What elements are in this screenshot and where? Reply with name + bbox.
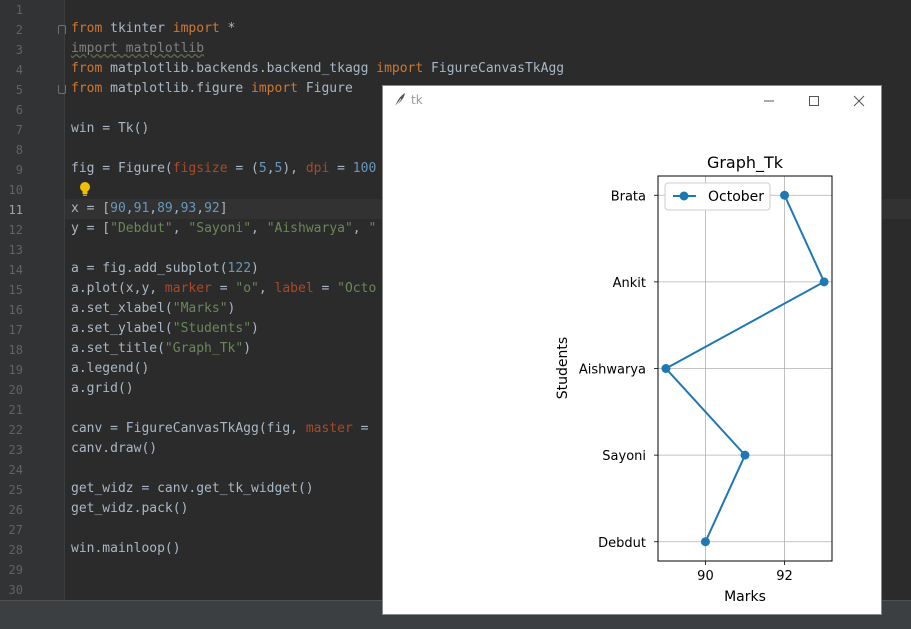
tk-feather-icon bbox=[394, 93, 405, 108]
line-number: 3 bbox=[15, 43, 23, 57]
line-number: 29 bbox=[8, 563, 23, 577]
legend-marker bbox=[679, 191, 689, 201]
code-line: a = fig.add_subplot(122) bbox=[71, 261, 259, 276]
chart-title: Graph_Tk bbox=[707, 153, 784, 173]
window-title: tk bbox=[411, 93, 423, 107]
x-axis-label: Marks bbox=[724, 589, 766, 605]
window-titlebar[interactable]: tk bbox=[383, 86, 881, 116]
code-line: get_widz = canv.get_tk_widget() bbox=[71, 481, 314, 496]
data-point bbox=[780, 190, 790, 200]
legend-label: October bbox=[708, 189, 764, 205]
data-point bbox=[661, 364, 671, 373]
chart-legend: October bbox=[664, 182, 771, 211]
code-line: a.set_xlabel("Marks") bbox=[71, 301, 236, 316]
y-tick-label: Aishwarya bbox=[579, 363, 646, 378]
y-tick-label: Brata bbox=[611, 189, 646, 204]
fold-marker-icon[interactable] bbox=[58, 85, 66, 94]
line-number: 23 bbox=[8, 443, 23, 457]
line-number: 17 bbox=[8, 323, 23, 337]
line-number: 6 bbox=[15, 103, 23, 117]
line-number: 8 bbox=[15, 143, 23, 157]
y-tick-label: Sayoni bbox=[602, 449, 646, 464]
code-line: from matplotlib.backends.backend_tkagg i… bbox=[71, 61, 565, 76]
minimize-button[interactable] bbox=[746, 86, 792, 116]
line-number: 13 bbox=[8, 243, 23, 257]
line-number: 26 bbox=[8, 503, 23, 517]
tk-window[interactable]: tk 90 92 Debdut Sayoni Aishwarya Ankit Brata G… bbox=[382, 85, 882, 615]
line-number: 27 bbox=[8, 523, 23, 537]
x-tick-label: 90 bbox=[697, 569, 714, 584]
maximize-button[interactable] bbox=[791, 86, 837, 116]
y-tick-label: Debdut bbox=[598, 536, 646, 551]
line-number: 10 bbox=[8, 183, 23, 197]
editor-gutter: 1 2 3 4 5 6 7 8 9 10 11 12 13 14 15 16 17 18 19 20 21 22 23 24 2… bbox=[0, 0, 65, 600]
line-number: 12 bbox=[8, 223, 23, 237]
chart-ticks: 90 92 Debdut Sayoni Aishwarya Ankit Brata bbox=[579, 189, 793, 584]
line-number: 14 bbox=[8, 263, 23, 277]
line-number: 2 bbox=[15, 23, 23, 37]
lightbulb-icon[interactable] bbox=[79, 181, 91, 197]
line-number: 19 bbox=[8, 363, 23, 377]
line-number: 7 bbox=[15, 123, 23, 137]
code-line: from matplotlib.figure import Figure bbox=[71, 81, 353, 96]
line-number: 22 bbox=[8, 423, 23, 437]
code-line: canv.draw() bbox=[71, 441, 158, 456]
code-line: a.grid() bbox=[71, 381, 134, 396]
line-number: 9 bbox=[15, 163, 23, 177]
line-number: 16 bbox=[8, 303, 23, 317]
line-number: 11 bbox=[8, 203, 23, 217]
y-axis-label: Students bbox=[555, 337, 571, 399]
code-line: from tkinter import * bbox=[71, 21, 236, 36]
code-line: win = Tk() bbox=[71, 121, 150, 136]
close-icon bbox=[853, 95, 865, 107]
line-number: 24 bbox=[8, 463, 23, 477]
fold-marker-icon[interactable] bbox=[58, 25, 66, 34]
code-line: import matplotlib bbox=[71, 41, 205, 56]
code-line: y = ["Debdut", "Sayoni", "Aishwarya", " bbox=[71, 221, 377, 236]
code-line: canv = FigureCanvasTkAgg(fig, master = bbox=[71, 421, 377, 436]
line-number: 20 bbox=[8, 383, 23, 397]
line-number: 5 bbox=[15, 83, 23, 97]
chart-grid bbox=[658, 176, 832, 561]
data-point bbox=[700, 537, 710, 547]
code-line: win.mainloop() bbox=[71, 541, 181, 556]
code-line: a.set_ylabel("Students") bbox=[71, 321, 259, 336]
data-point bbox=[740, 450, 750, 460]
data-point bbox=[819, 277, 829, 287]
matplotlib-canvas[interactable]: 90 92 Debdut Sayoni Aishwarya Ankit Brata Grap… bbox=[383, 116, 881, 614]
code-line: get_widz.pack() bbox=[71, 501, 189, 516]
minimize-icon bbox=[764, 100, 774, 102]
code-line: a.set_title("Graph_Tk") bbox=[71, 341, 252, 356]
code-line: x = [90,91,89,93,92] bbox=[71, 201, 228, 216]
line-number: 15 bbox=[8, 283, 23, 297]
line-number: 25 bbox=[8, 483, 23, 497]
line-number: 21 bbox=[8, 403, 23, 417]
line-number: 18 bbox=[8, 343, 23, 357]
line-number: 4 bbox=[15, 63, 23, 77]
code-line: a.legend() bbox=[71, 361, 150, 376]
code-line: a.plot(x,y, marker = "o", label = "Octo bbox=[71, 281, 377, 296]
maximize-icon bbox=[809, 96, 819, 106]
close-button[interactable] bbox=[836, 86, 882, 116]
code-line: fig = Figure(figsize = (5,5), dpi = 100 bbox=[71, 161, 377, 176]
line-number: 1 bbox=[15, 3, 23, 17]
y-tick-label: Ankit bbox=[613, 276, 646, 291]
line-number: 28 bbox=[8, 543, 23, 557]
line-number: 30 bbox=[8, 583, 23, 597]
x-tick-label: 92 bbox=[776, 569, 793, 584]
